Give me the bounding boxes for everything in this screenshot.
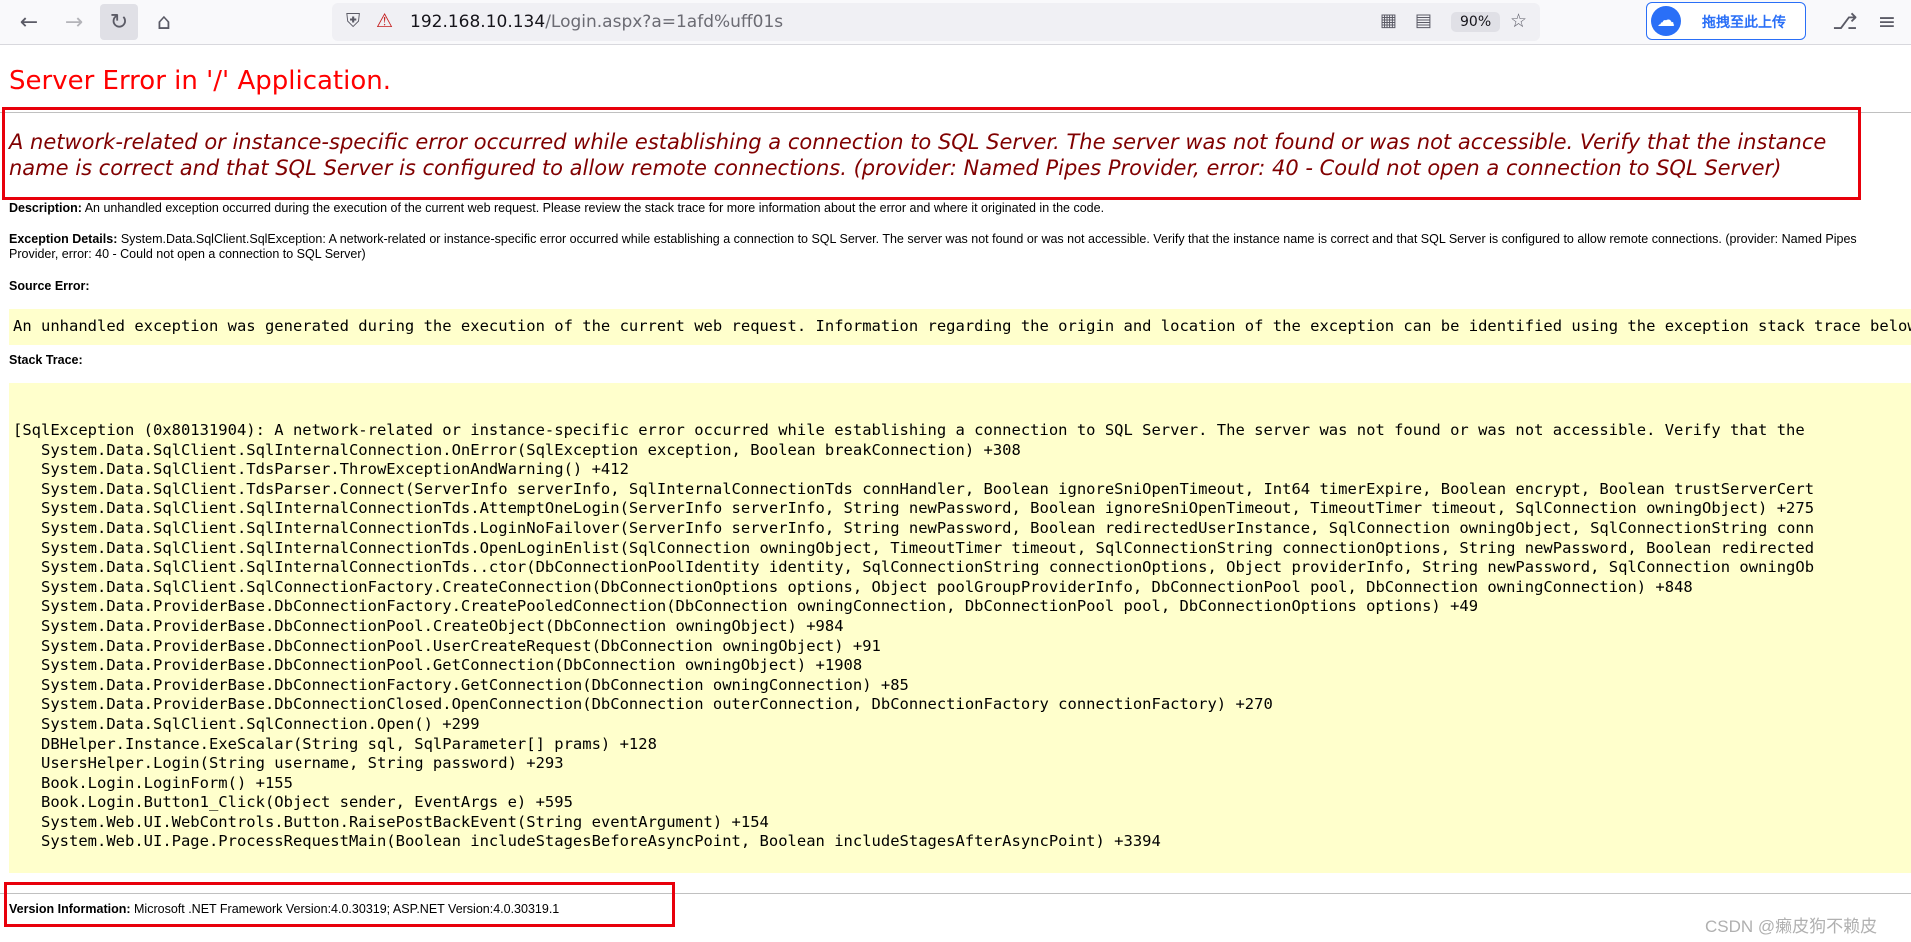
description-paragraph: Description: An unhandled exception occu… bbox=[9, 201, 1904, 216]
stack-trace-line: System.Data.ProviderBase.DbConnectionClo… bbox=[41, 695, 1273, 714]
url-host: 192.168.10.134 bbox=[410, 12, 546, 32]
stack-trace-line: System.Data.ProviderBase.DbConnectionPoo… bbox=[41, 636, 881, 655]
arrow-left-icon: ← bbox=[19, 9, 39, 35]
browser-toolbar: ← → ↻ ⌂ ⛨ ⚠ 192.168.10.134/Login.aspx?a=… bbox=[0, 0, 1911, 45]
exception-text: System.Data.SqlClient.SqlException: A ne… bbox=[9, 232, 1857, 261]
upload-extension-label: 拖拽至此上传 bbox=[1702, 14, 1786, 30]
source-error-box: An unhandled exception was generated dur… bbox=[9, 309, 1911, 345]
stack-trace-line: System.Data.ProviderBase.DbConnectionFac… bbox=[41, 597, 1479, 616]
stack-trace-line: System.Data.ProviderBase.DbConnectionFac… bbox=[41, 675, 909, 694]
stack-trace-line: System.Data.SqlClient.TdsParser.ThrowExc… bbox=[41, 460, 629, 479]
reload-button[interactable]: ↻ bbox=[100, 4, 138, 40]
home-icon: ⌂ bbox=[157, 9, 171, 35]
page-title: Server Error in '/' Application. bbox=[9, 66, 391, 96]
stack-trace-line: System.Data.SqlClient.SqlInternalConnect… bbox=[41, 518, 1815, 537]
source-error-heading: Source Error: bbox=[9, 279, 1904, 294]
stack-trace-line: System.Data.SqlClient.SqlInternalConnect… bbox=[41, 499, 1815, 518]
back-button[interactable]: ← bbox=[10, 4, 48, 40]
puzzle-icon: ⎇ bbox=[1832, 9, 1858, 35]
exception-label: Exception Details: bbox=[9, 232, 118, 246]
stack-trace-line: UsersHelper.Login(String username, Strin… bbox=[41, 754, 564, 773]
forward-button[interactable]: → bbox=[55, 4, 93, 40]
stack-trace-line: System.Data.ProviderBase.DbConnectionPoo… bbox=[41, 656, 863, 675]
qr-code-icon[interactable]: ▦ bbox=[1380, 10, 1397, 31]
insecure-lock-icon[interactable]: ⚠ bbox=[376, 10, 393, 32]
description-text: An unhandled exception occurred during t… bbox=[81, 201, 1105, 215]
description-label: Description: bbox=[9, 201, 82, 215]
watermark: CSDN @癞皮狗不赖皮 bbox=[1705, 917, 1878, 936]
menu-button[interactable]: ≡ bbox=[1868, 4, 1906, 40]
zoom-level[interactable]: 90% bbox=[1451, 12, 1501, 32]
stack-trace-line: System.Data.SqlClient.SqlInternalConnect… bbox=[41, 440, 1021, 459]
home-button[interactable]: ⌂ bbox=[145, 4, 183, 40]
stack-trace-line: System.Data.SqlClient.SqlInternalConnect… bbox=[41, 538, 1815, 557]
stack-trace-line: Book.Login.LoginForm() +155 bbox=[41, 773, 293, 792]
upload-extension-button[interactable]: ☁ 拖拽至此上传 bbox=[1646, 2, 1806, 40]
stack-trace-label: Stack Trace: bbox=[9, 353, 83, 367]
cloud-icon: ☁ bbox=[1651, 6, 1681, 36]
stack-trace-line: [SqlException (0x80131904): A network-re… bbox=[13, 421, 1805, 439]
reload-icon: ↻ bbox=[109, 9, 129, 35]
reader-view-icon[interactable]: ▤ bbox=[1415, 10, 1432, 31]
highlight-box-error bbox=[2, 107, 1861, 200]
stack-trace-line: Book.Login.Button1_Click(Object sender, … bbox=[41, 793, 573, 812]
source-error-label: Source Error: bbox=[9, 279, 90, 293]
stack-trace-line: System.Data.SqlClient.SqlInternalConnect… bbox=[41, 558, 1815, 577]
shield-icon[interactable]: ⛨ bbox=[346, 10, 360, 32]
stack-trace-box: [SqlException (0x80131904): A network-re… bbox=[9, 383, 1911, 873]
star-icon[interactable]: ☆ bbox=[1510, 10, 1527, 32]
exception-details-paragraph: Exception Details: System.Data.SqlClient… bbox=[9, 232, 1904, 262]
stack-trace-line: System.Web.UI.WebControls.Button.RaisePo… bbox=[41, 812, 769, 831]
source-error-text: An unhandled exception was generated dur… bbox=[13, 317, 1911, 335]
stack-trace-line: System.Data.SqlClient.SqlConnection.Open… bbox=[41, 714, 480, 733]
stack-trace-line: System.Web.UI.Page.ProcessRequestMain(Bo… bbox=[41, 832, 1161, 851]
stack-trace-line: System.Data.ProviderBase.DbConnectionPoo… bbox=[41, 616, 844, 635]
address-bar[interactable]: ⛨ ⚠ 192.168.10.134/Login.aspx?a=1afd%uff… bbox=[332, 3, 1540, 41]
arrow-right-icon: → bbox=[64, 9, 84, 35]
stack-trace-line: DBHelper.Instance.ExeScalar(String sql, … bbox=[41, 734, 657, 753]
stack-trace-lines: [SqlException (0x80131904): A network-re… bbox=[13, 421, 1814, 852]
stack-trace-line: System.Data.SqlClient.TdsParser.Connect(… bbox=[41, 479, 1815, 498]
url-path: /Login.aspx?a=1afd%uff01s bbox=[545, 12, 784, 32]
hamburger-menu-icon: ≡ bbox=[1877, 9, 1897, 35]
stack-trace-line: System.Data.SqlClient.SqlConnectionFacto… bbox=[41, 577, 1693, 596]
stack-trace-heading: Stack Trace: bbox=[9, 353, 1904, 368]
highlight-box-version bbox=[4, 882, 675, 927]
url-text[interactable]: 192.168.10.134/Login.aspx?a=1afd%uff01s bbox=[410, 12, 783, 32]
extensions-button[interactable]: ⎇ bbox=[1826, 4, 1864, 40]
